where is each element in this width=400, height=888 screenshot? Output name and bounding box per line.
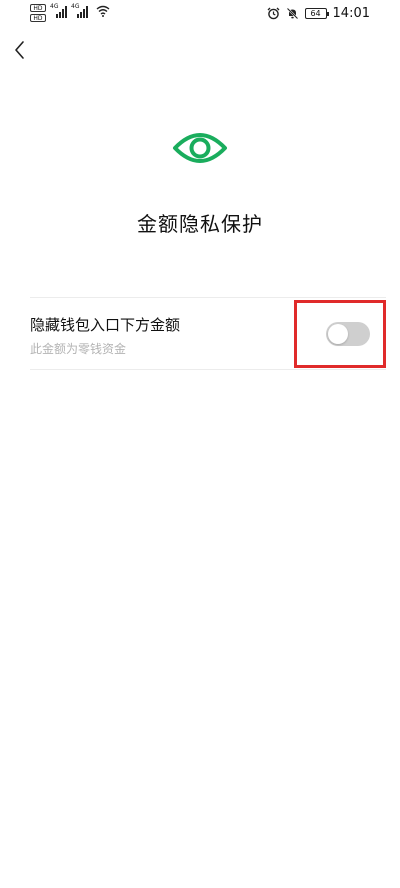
eye-icon xyxy=(173,133,227,163)
back-button[interactable] xyxy=(8,36,32,64)
network-type: 4G xyxy=(50,3,59,10)
row-bottom-divider xyxy=(30,369,386,370)
hd-badge: HD xyxy=(30,14,46,22)
row-top-divider xyxy=(30,297,386,298)
signal-icon: 4G xyxy=(71,3,88,18)
alarm-icon xyxy=(267,7,279,20)
status-time: 14:01 xyxy=(332,6,370,21)
bell-muted-icon xyxy=(286,7,298,20)
status-bar: HD HD 4G 4G 64 14:01 xyxy=(0,0,400,30)
hide-amount-toggle[interactable] xyxy=(326,322,370,346)
page-title: 金额隐私保护 xyxy=(137,212,263,236)
status-left: HD HD 4G 4G xyxy=(30,3,110,22)
network-type: 4G xyxy=(71,3,80,10)
battery-icon: 64 xyxy=(304,8,329,19)
setting-title: 隐藏钱包入口下方金额 xyxy=(30,316,181,334)
signal-icon: 4G xyxy=(50,3,67,18)
battery-level: 64 xyxy=(310,9,321,18)
hd-indicators: HD HD xyxy=(30,4,46,22)
toggle-knob xyxy=(328,324,348,344)
chevron-left-icon xyxy=(15,41,24,59)
status-right: 64 14:01 xyxy=(267,6,370,21)
setting-subtitle: 此金额为零钱资金 xyxy=(30,342,127,356)
hd-badge: HD xyxy=(30,4,46,12)
wifi-icon xyxy=(96,5,110,17)
